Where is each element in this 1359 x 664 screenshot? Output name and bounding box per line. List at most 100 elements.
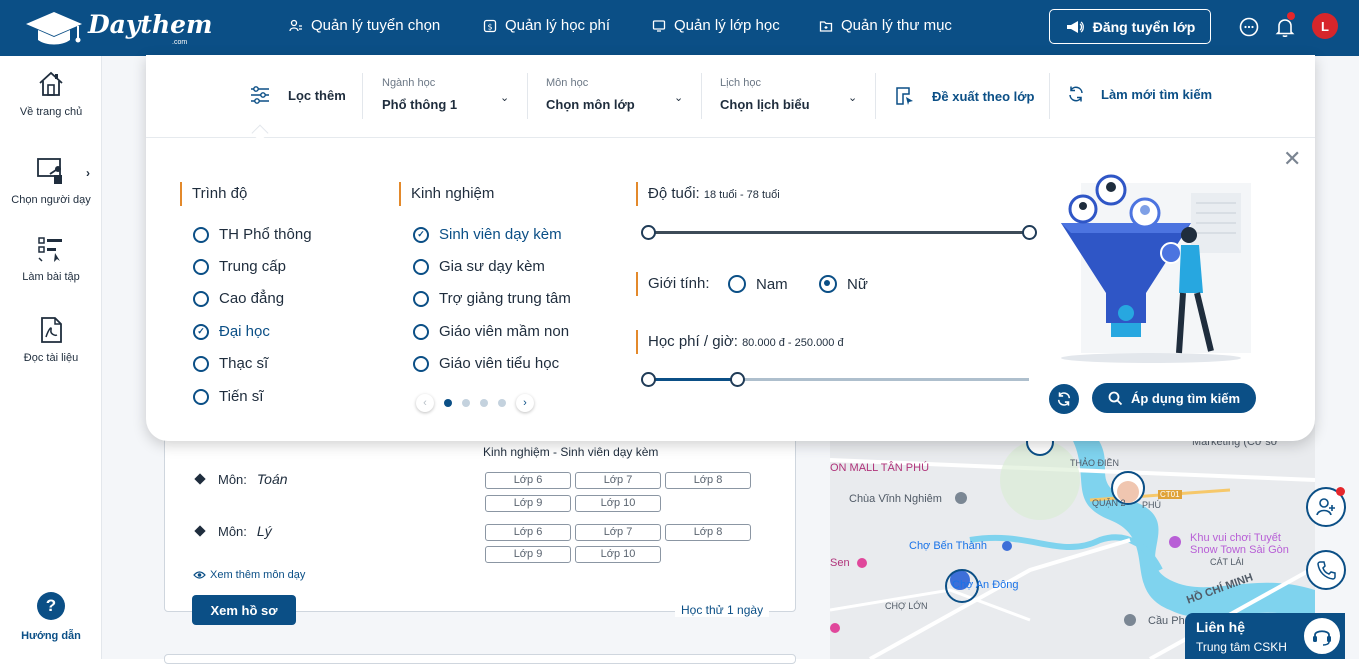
level-option[interactable]: TH Phổ thông: [193, 226, 312, 243]
sidebar-item-label: Chọn người dạy: [11, 194, 91, 206]
nav-classes[interactable]: Quản lý lớp học: [652, 17, 780, 34]
nav-folders[interactable]: Quản lý thư mục: [819, 17, 952, 34]
daythem-logo[interactable]: Daythem .com: [24, 8, 213, 48]
call-button[interactable]: [1306, 550, 1346, 590]
sidebar-item-exercise[interactable]: Làm bài tập: [0, 235, 102, 283]
post-class-button[interactable]: Đăng tuyển lớp: [1049, 9, 1211, 44]
apply-search-button[interactable]: Áp dụng tìm kiếm: [1092, 383, 1256, 413]
suggest-label: Đề xuất theo lớp: [932, 88, 1035, 104]
subject-select[interactable]: Môn học Chọn môn lớp ⌄: [546, 77, 684, 112]
teacher-board-icon: [37, 158, 62, 184]
suggest-by-class-button[interactable]: Đề xuất theo lớp: [894, 85, 1034, 107]
page-dot[interactable]: [444, 399, 452, 407]
sidebar-item-home[interactable]: Về trang chủ: [0, 70, 102, 118]
experience-pager: ‹ ›: [416, 394, 534, 412]
experience-option[interactable]: Trợ giảng trung tâm: [413, 290, 571, 307]
fee-max-handle[interactable]: [730, 372, 745, 387]
level-option[interactable]: ✓ Đại học: [193, 323, 270, 340]
radio-icon: [413, 290, 429, 307]
separator: [1049, 73, 1050, 119]
top-navigation-bar: Daythem .com Quản lý tuyển chọn $ Quản l…: [0, 0, 1359, 56]
schedule-select[interactable]: Lịch học Chọn lịch biểu ⌄: [720, 77, 860, 112]
chevron-left-icon[interactable]: ‹: [416, 394, 434, 412]
add-contact-button[interactable]: [1306, 487, 1346, 527]
gender-option-female[interactable]: Nữ: [819, 275, 868, 293]
fee-min-handle[interactable]: [641, 372, 656, 387]
experience-option[interactable]: Giáo viên tiểu học: [413, 355, 559, 372]
option-label: Đại học: [219, 323, 270, 340]
diamond-icon: [194, 473, 206, 485]
sidebar-item-help[interactable]: ? Hướng dẫn: [0, 592, 102, 642]
sidebar-item-teacher[interactable]: Chọn người dạy: [0, 156, 102, 206]
radio-icon: [413, 258, 429, 275]
chevron-down-icon: ⌄: [674, 92, 684, 104]
brand-name: Daythem: [88, 10, 213, 39]
age-min-handle[interactable]: [641, 225, 656, 240]
filter-more-button[interactable]: Lọc thêm: [250, 85, 346, 105]
level-option[interactable]: Thạc sĩ: [193, 355, 268, 372]
experience-option[interactable]: Gia sư dạy kèm: [413, 258, 545, 275]
select-value: Chọn môn lớp: [546, 97, 635, 112]
level-option[interactable]: Trung cấp: [193, 258, 286, 275]
tutor-card-next: [164, 654, 796, 664]
sidebar-item-documents[interactable]: Đọc tài liệu: [0, 316, 102, 364]
option-label: Trung cấp: [219, 258, 286, 275]
sliders-icon: [251, 86, 269, 104]
gender-option-male[interactable]: Nam: [728, 275, 788, 293]
graduation-cap-icon: [26, 12, 82, 45]
separator: [362, 73, 363, 119]
map-label: Chợ An Đông: [952, 579, 1019, 591]
gender-title: Giới tính:: [636, 272, 710, 296]
fee-title: Học phí / giờ: 80.000 đ - 250.000 đ: [636, 330, 844, 354]
chat-icon[interactable]: [1237, 15, 1261, 39]
option-label: Thạc sĩ: [219, 355, 269, 372]
separator: [527, 73, 528, 119]
experience-option[interactable]: Giáo viên mầm non: [413, 323, 569, 340]
age-range: 18 tuổi - 78 tuổi: [703, 189, 780, 201]
page-dot[interactable]: [462, 399, 470, 407]
sidebar-expand-chevron[interactable]: ›: [86, 166, 90, 180]
select-value: Chọn lịch biểu: [720, 97, 810, 112]
headset-button[interactable]: [1302, 616, 1342, 656]
level-option[interactable]: Cao đẳng: [193, 290, 284, 307]
more-subjects-link[interactable]: Xem thêm môn dạy: [193, 569, 305, 581]
option-label: Cao đẳng: [219, 290, 285, 307]
refresh-icon: [1057, 392, 1071, 406]
suggest-icon: [896, 87, 913, 105]
help-icon: ?: [37, 592, 65, 620]
view-profile-button[interactable]: Xem hồ sơ: [192, 595, 296, 625]
experience-option[interactable]: ✓ Sinh viên dạy kèm: [413, 226, 562, 243]
subject-row: Môn: Lý: [194, 523, 272, 539]
page-dot[interactable]: [498, 399, 506, 407]
sidebar-item-label: Làm bài tập: [22, 271, 80, 283]
major-select[interactable]: Ngành học Phổ thông 1 ⌄: [382, 77, 510, 112]
nav-tuition[interactable]: $ Quản lý học phí: [483, 17, 610, 34]
page-dot[interactable]: [480, 399, 488, 407]
user-avatar[interactable]: L: [1312, 13, 1338, 39]
reset-filters-button[interactable]: [1049, 384, 1079, 414]
chevron-right-icon[interactable]: ›: [516, 394, 534, 412]
notification-dot: [1336, 487, 1345, 496]
chevron-down-icon: ⌄: [848, 92, 858, 104]
close-icon[interactable]: ✕: [1283, 148, 1301, 170]
diamond-icon: [194, 525, 206, 537]
map-label: Chợ Bến Thành: [909, 540, 987, 552]
nav-label: Quản lý tuyển chọn: [311, 17, 441, 34]
option-label: Trợ giảng trung tâm: [439, 290, 571, 307]
select-label: Ngành học: [382, 77, 436, 89]
nav-recruitment[interactable]: Quản lý tuyển chọn: [289, 17, 440, 34]
level-option[interactable]: Tiến sĩ: [193, 388, 263, 405]
option-label: TH Phổ thông: [219, 226, 312, 243]
subject-name: Toán: [256, 471, 288, 487]
age-max-handle[interactable]: [1022, 225, 1037, 240]
customer-care-contact[interactable]: Liên hệ Trung tâm CSKH: [1185, 613, 1345, 659]
subject-prefix: Môn:: [218, 471, 247, 487]
svg-text:$: $: [487, 22, 492, 31]
check-circle-icon: ✓: [413, 226, 429, 243]
reset-label: Làm mới tìm kiếm: [1101, 86, 1213, 102]
grade-chip: Lớp 6: [485, 472, 571, 489]
option-label: Nam: [756, 275, 788, 293]
radio-icon: [413, 323, 429, 340]
reset-search-button[interactable]: Làm mới tìm kiếm: [1067, 85, 1212, 103]
phone-icon: [1317, 561, 1336, 580]
